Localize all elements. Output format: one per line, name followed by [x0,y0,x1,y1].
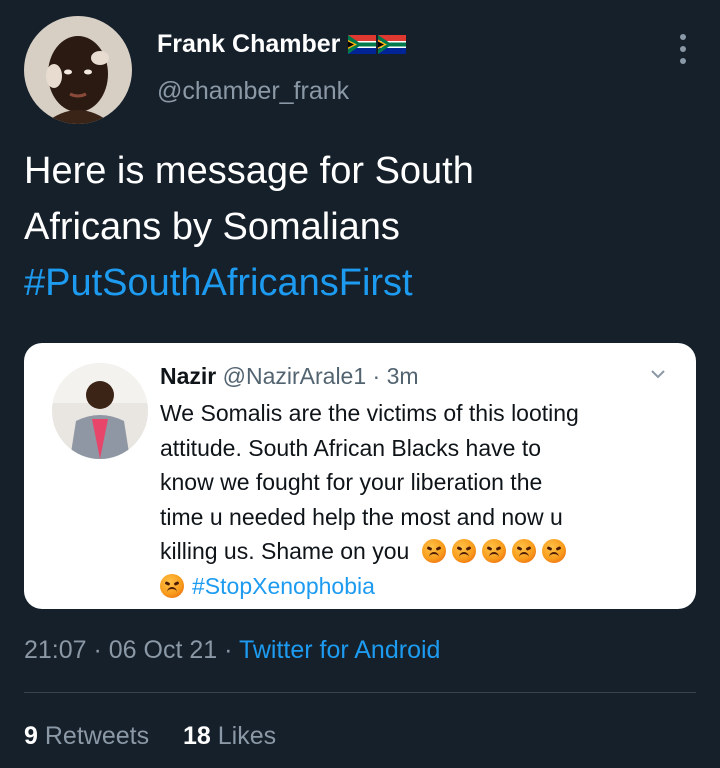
quoted-text-line-with-emojis: killing us. Shame on you [160,534,680,569]
tweet-time: 21:07 [24,636,87,664]
tweet-text-line: Africans by Somalians [24,206,400,248]
divider [24,692,696,693]
south-africa-flag-icon [348,35,377,54]
quoted-text-line: attitude. South African Blacks have to [160,434,542,461]
quoted-author-name[interactable]: Nazir [160,363,216,389]
quoted-author-avatar[interactable] [52,363,148,459]
quoted-text-line: killing us. Shame on you [160,538,410,564]
more-vertical-icon[interactable] [672,34,694,64]
author-name-row: Frank Chamber [157,30,407,59]
quoted-hashtag-line: #StopXenophobia [160,569,680,604]
likes-label[interactable]: Likes [218,722,276,750]
quoted-text-line: time u needed help the most and now u [160,503,563,530]
angry-face-emoji-icon [541,539,566,563]
quoted-tweet-header: Nazir @NazirArale1 · 3m [160,363,419,390]
angry-face-emoji-icon [421,539,446,563]
menu-dot [680,34,686,40]
tweet-header: Frank Chamber @chamber_frank [0,0,720,130]
quoted-text-line: know we fought for your liberation the [160,469,543,495]
quoted-hashtag-link[interactable]: #StopXenophobia [192,573,375,599]
angry-face-emoji-icon [451,539,476,563]
tweet-date: 06 Oct 21 [108,636,218,664]
quoted-separator: · [372,363,381,389]
quoted-timestamp: 3m [386,363,419,389]
author-handle[interactable]: @chamber_frank [157,77,349,106]
angry-face-emoji-icon [511,539,536,563]
tweet-hashtag-link[interactable]: #PutSouthAfricansFirst [24,255,694,311]
tweet-source-link[interactable]: Twitter for Android [239,636,440,664]
likes-count[interactable]: 18 [183,722,211,750]
quoted-author-handle[interactable]: @NazirArale1 [223,363,367,389]
meta-separator: · [217,636,239,664]
quoted-tweet-body: We Somalis are the victims of this looti… [160,396,680,603]
south-africa-flag-icon [378,35,407,54]
tweet-text: Here is message for South Africans by So… [24,143,694,311]
menu-dot [680,58,686,64]
tweet-text-line: Here is message for South [24,150,474,192]
angry-face-emoji-icon [160,573,184,598]
angry-face-emoji-icon [481,539,506,563]
retweets-label[interactable]: Retweets [45,722,149,750]
quoted-text-line: We Somalis are the victims of this looti… [160,400,579,426]
quoted-tweet-card[interactable]: Nazir @NazirArale1 · 3m We Somalis are t… [24,343,696,609]
author-display-name[interactable]: Frank Chamber [157,30,340,59]
author-avatar[interactable] [24,16,132,124]
chevron-down-icon[interactable] [650,369,666,379]
tweet-stats: 9 Retweets 18 Likes [24,722,276,751]
menu-dot [680,46,686,52]
meta-separator: · [86,636,109,664]
tweet-meta: 21:07 · 06 Oct 21 · Twitter for Android [24,636,440,665]
retweets-count[interactable]: 9 [24,722,38,750]
